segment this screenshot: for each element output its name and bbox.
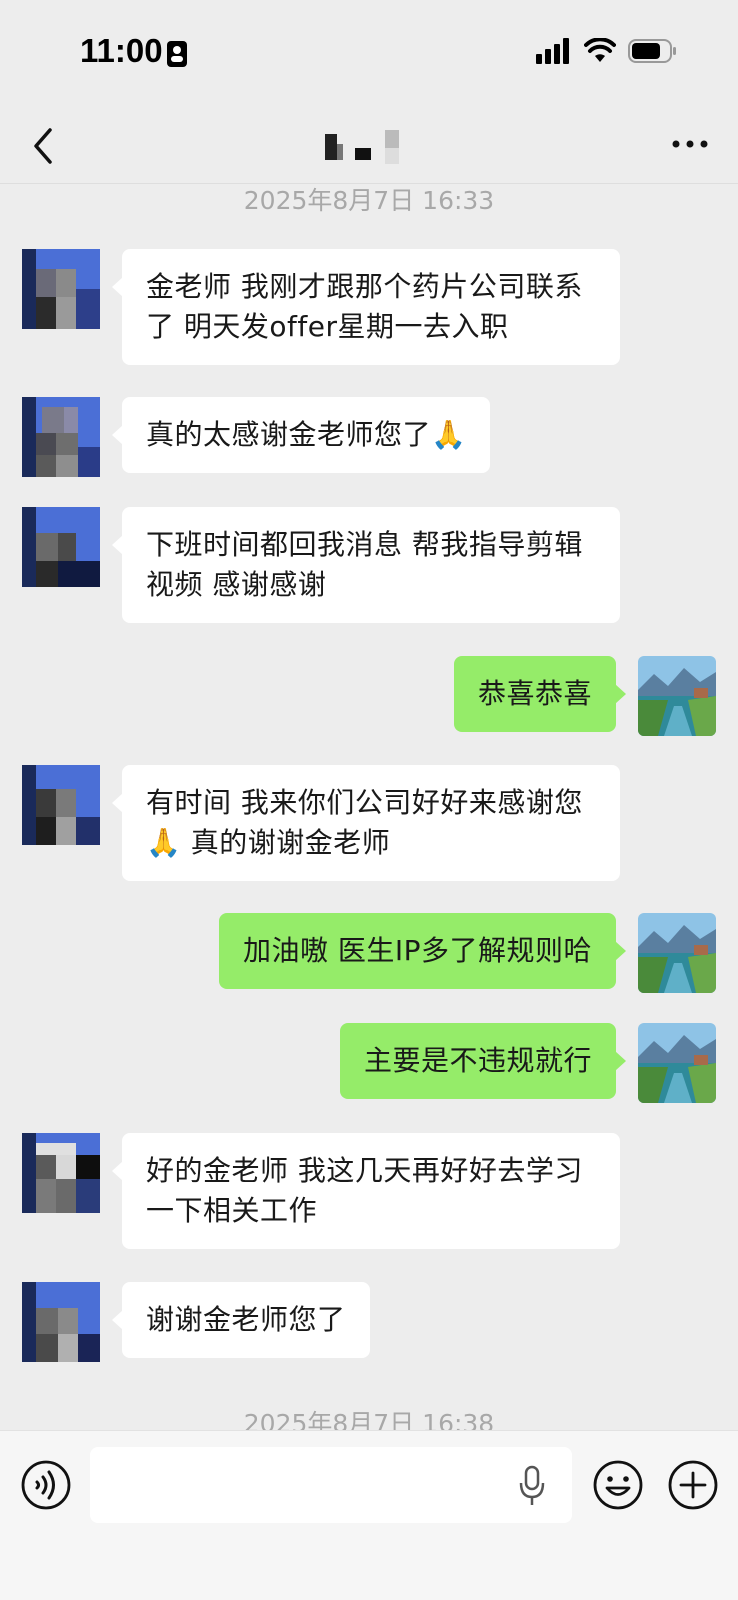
- message-bubble-outgoing[interactable]: 恭喜恭喜: [453, 656, 627, 732]
- chevron-left-icon[interactable]: [28, 124, 62, 168]
- contact-avatar[interactable]: [22, 249, 100, 329]
- contact-avatar[interactable]: [22, 1133, 100, 1213]
- ellipsis-icon[interactable]: [670, 134, 710, 154]
- voice-toggle-icon[interactable]: [20, 1459, 72, 1511]
- contact-avatar[interactable]: [22, 397, 100, 477]
- status-time: 11:00: [80, 32, 163, 69]
- contact-avatar[interactable]: [22, 1282, 100, 1362]
- status-bar: 11:00: [0, 0, 738, 110]
- contact-avatar[interactable]: [22, 507, 100, 587]
- emoji-icon[interactable]: [592, 1459, 644, 1511]
- plus-icon[interactable]: [667, 1459, 719, 1511]
- battery-icon: [628, 39, 676, 63]
- message-bubble-outgoing[interactable]: 主要是不违规就行: [339, 1023, 627, 1099]
- message-bubble-incoming[interactable]: 下班时间都回我消息 帮我指导剪辑视频 感谢感谢: [112, 507, 620, 623]
- message-bubble-incoming[interactable]: 真的太感谢金老师您了🙏: [111, 397, 491, 473]
- message-timestamp: 2025年8月7日 16:33: [243, 186, 495, 215]
- message-bubble-outgoing[interactable]: 加油嗷 医生IP多了解规则哈: [218, 913, 627, 989]
- message-bubble-incoming[interactable]: 谢谢金老师您了: [112, 1282, 370, 1358]
- person-badge-icon: [167, 41, 187, 67]
- message-input[interactable]: [90, 1447, 572, 1523]
- my-avatar[interactable]: [638, 913, 716, 993]
- my-avatar[interactable]: [638, 1023, 716, 1103]
- message-bubble-incoming[interactable]: 金老师 我刚才跟那个药片公司联系了 明天发offer星期一去入职: [112, 249, 620, 365]
- chat-header: [0, 110, 738, 184]
- chat-title-redacted: [325, 130, 399, 164]
- wifi-icon: [584, 38, 616, 62]
- contact-avatar[interactable]: [22, 765, 100, 845]
- chat-input-bar: [0, 1430, 738, 1600]
- message-bubble-incoming[interactable]: 有时间 我来你们公司好好来感谢您🙏 真的谢谢金老师: [112, 765, 620, 881]
- cellular-signal-icon: [536, 38, 569, 64]
- microphone-icon[interactable]: [517, 1465, 547, 1507]
- status-indicators: [536, 38, 678, 64]
- message-bubble-incoming[interactable]: 好的金老师 我这几天再好好去学习一下相关工作: [112, 1133, 620, 1249]
- my-avatar[interactable]: [638, 656, 716, 736]
